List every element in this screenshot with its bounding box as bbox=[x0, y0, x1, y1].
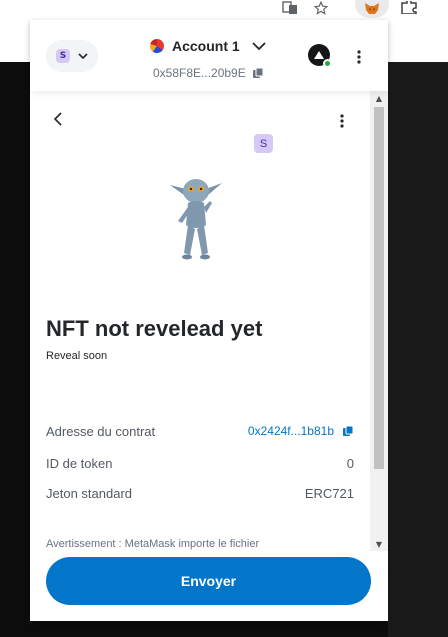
connected-site-icon[interactable] bbox=[308, 44, 332, 68]
import-warning: Avertissement : MetaMask importe le fich… bbox=[46, 538, 260, 550]
scroll-down-arrow[interactable]: ▼ bbox=[370, 537, 388, 551]
nft-image[interactable] bbox=[160, 165, 232, 265]
scroll-up-arrow[interactable]: ▲ bbox=[370, 91, 388, 105]
token-standard-value: ERC721 bbox=[304, 485, 354, 501]
token-standard-label: Jeton standard bbox=[46, 485, 133, 501]
network-picker[interactable]: S bbox=[46, 40, 98, 72]
browser-toolbar-strip bbox=[388, 14, 448, 62]
nft-details-content: S NFT not revelead yet Reveal soon Adres… bbox=[30, 91, 388, 551]
popup-header: S Account 1 0x58F8E...20b9E bbox=[30, 20, 388, 91]
metamask-fox-icon[interactable] bbox=[355, 0, 389, 18]
kebab-menu-icon[interactable] bbox=[350, 46, 368, 68]
account-avatar bbox=[150, 39, 164, 53]
chevron-down-icon bbox=[78, 53, 88, 59]
account-address: 0x58F8E...20b9E bbox=[153, 66, 246, 80]
contract-address-link[interactable]: 0x2424f...1b81b bbox=[248, 424, 354, 438]
back-arrow-icon[interactable] bbox=[48, 109, 68, 129]
send-button[interactable]: Envoyer bbox=[46, 557, 371, 605]
translate-icon[interactable] bbox=[276, 0, 304, 16]
account-name: Account 1 bbox=[172, 38, 240, 54]
chevron-down-icon bbox=[252, 42, 266, 50]
nft-description: Reveal soon bbox=[46, 350, 108, 362]
scroll-thumb[interactable] bbox=[374, 107, 384, 469]
collection-badge: S bbox=[254, 134, 273, 153]
detail-row-standard: Jeton standard ERC721 bbox=[46, 483, 354, 503]
scrollbar[interactable]: ▲ ▼ bbox=[370, 91, 388, 551]
account-picker[interactable]: Account 1 bbox=[150, 36, 266, 56]
page-background-right bbox=[388, 62, 448, 637]
contract-address-value: 0x2424f...1b81b bbox=[247, 424, 334, 438]
nft-options-menu-icon[interactable] bbox=[332, 111, 352, 131]
metamask-popup: S Account 1 0x58F8E...20b9E S NFT not re… bbox=[30, 20, 388, 621]
bookmark-star-icon[interactable] bbox=[307, 0, 335, 16]
copy-icon bbox=[252, 67, 264, 78]
token-id-label: ID de token bbox=[46, 455, 113, 471]
connected-status-dot bbox=[323, 59, 332, 68]
popup-footer: Envoyer bbox=[30, 551, 388, 621]
network-badge: S bbox=[56, 49, 70, 63]
token-id-value: 0 bbox=[346, 455, 354, 471]
detail-row-contract: Adresse du contrat 0x2424f...1b81b bbox=[46, 421, 354, 441]
account-address-copy[interactable]: 0x58F8E...20b9E bbox=[153, 65, 264, 81]
copy-icon bbox=[343, 425, 354, 436]
contract-address-label: Adresse du contrat bbox=[46, 423, 156, 439]
nft-title: NFT not revelead yet bbox=[46, 316, 263, 341]
detail-row-token-id: ID de token 0 bbox=[46, 453, 354, 473]
